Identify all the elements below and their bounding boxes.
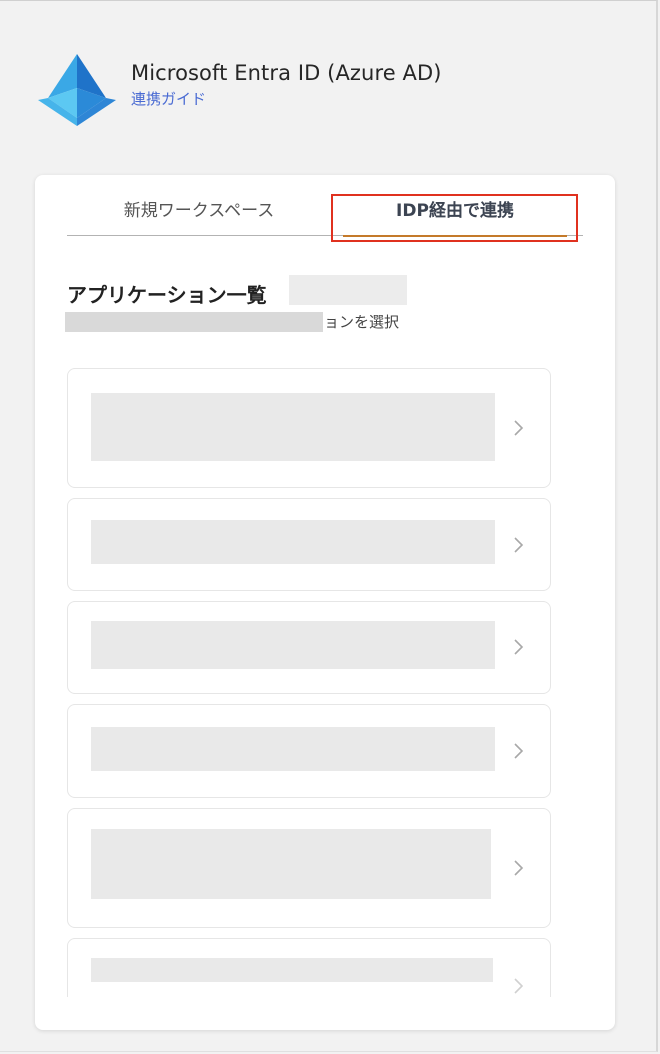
application-list-subtitle: ョンを選択 <box>65 311 399 332</box>
redacted-block <box>91 829 491 899</box>
redacted-block <box>65 311 323 332</box>
integration-card: 新規ワークスペース IDP経由で連携 アプリケーション一覧 ョンを選択 <box>35 175 615 1030</box>
chevron-right-icon <box>512 419 524 437</box>
chevron-right-icon <box>512 859 524 877</box>
redacted-block <box>91 621 495 669</box>
application-item[interactable] <box>67 808 551 928</box>
app-title: Microsoft Entra ID (Azure AD) <box>131 61 442 85</box>
redacted-block <box>91 520 495 564</box>
redacted-block <box>91 958 493 982</box>
app-header: Microsoft Entra ID (Azure AD) 連携ガイド <box>36 52 442 128</box>
chevron-right-icon <box>512 977 524 995</box>
chevron-right-icon <box>512 536 524 554</box>
tab-new-workspace[interactable]: 新規ワークスペース <box>67 197 331 235</box>
application-item[interactable] <box>67 498 551 591</box>
application-item[interactable] <box>67 704 551 798</box>
application-item[interactable] <box>67 368 551 488</box>
application-list[interactable] <box>67 359 583 997</box>
integration-guide-link[interactable]: 連携ガイド <box>131 88 442 109</box>
subtitle-text: ョンを選択 <box>324 313 400 331</box>
application-list-title: アプリケーション一覧 <box>67 283 267 307</box>
redacted-block <box>91 393 495 461</box>
application-item[interactable] <box>67 938 551 997</box>
application-item[interactable] <box>67 601 551 694</box>
highlight-annotation <box>331 194 578 242</box>
chevron-right-icon <box>512 638 524 656</box>
redacted-block <box>289 275 407 305</box>
azure-pyramid-icon <box>38 54 116 126</box>
chevron-right-icon <box>512 742 524 760</box>
redacted-block <box>91 727 495 771</box>
